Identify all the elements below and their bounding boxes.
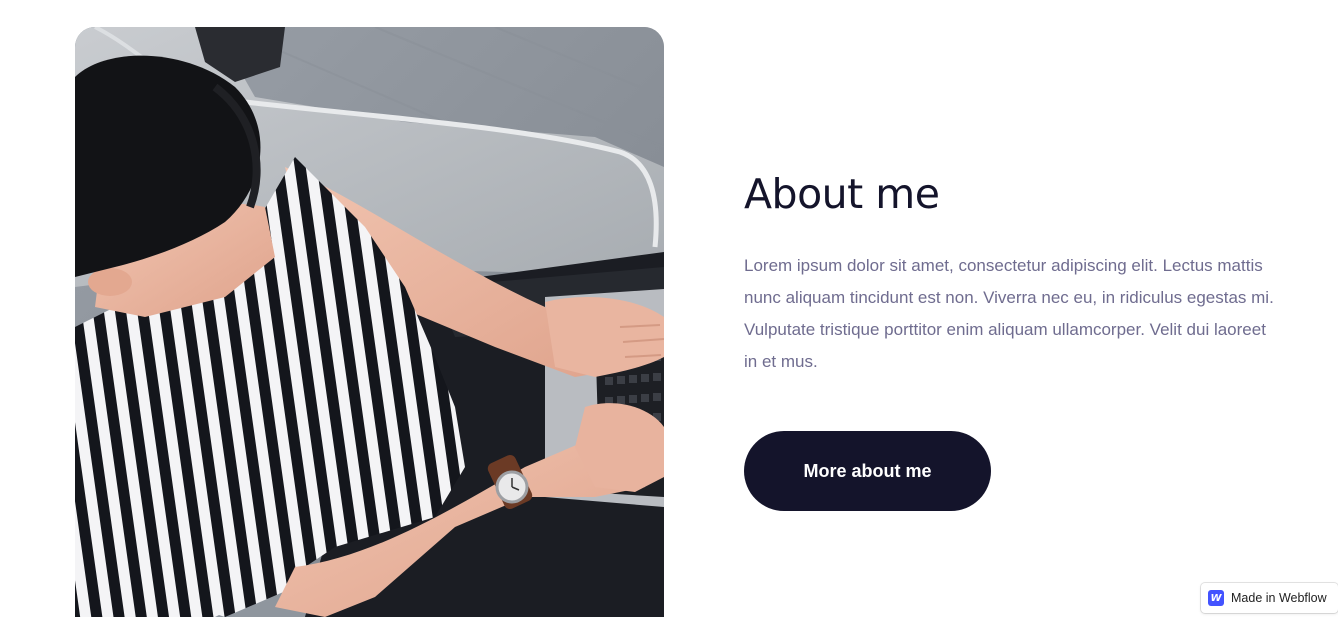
made-in-webflow-badge[interactable]: W Made in Webflow	[1201, 583, 1338, 613]
about-paragraph: Lorem ipsum dolor sit amet, consectetur …	[744, 256, 1274, 371]
about-photo	[75, 27, 664, 617]
more-about-me-button[interactable]: More about me	[744, 431, 991, 511]
about-content: About me Lorem ipsum dolor sit amet, con…	[744, 166, 1284, 378]
webflow-logo-icon: W	[1208, 590, 1224, 606]
about-section: About me Lorem ipsum dolor sit amet, con…	[0, 0, 1338, 617]
section-title: About me	[744, 170, 940, 218]
badge-label: Made in Webflow	[1231, 591, 1327, 605]
